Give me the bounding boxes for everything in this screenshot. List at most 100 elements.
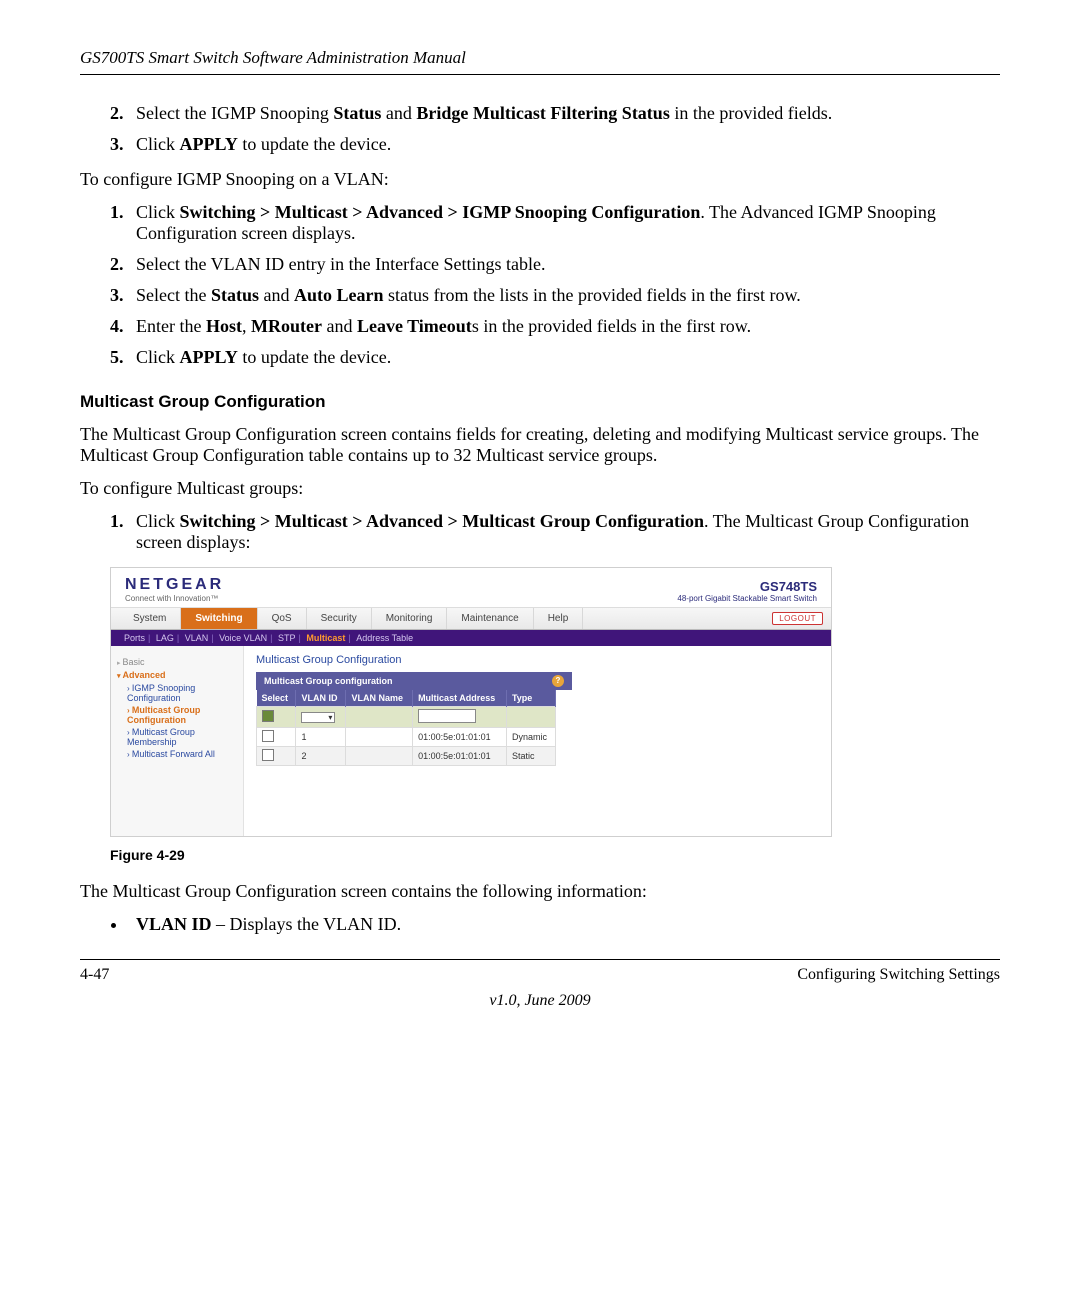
section-heading: Multicast Group Configuration: [80, 392, 1000, 412]
sidebar-section-advanced[interactable]: Advanced: [117, 670, 237, 680]
paragraph: The Multicast Group Configuration screen…: [80, 424, 1000, 466]
text: Select the VLAN ID entry in the Interfac…: [136, 254, 546, 274]
subtab-multicast[interactable]: Multicast: [306, 633, 345, 643]
text: Click: [136, 511, 180, 531]
sidebar: Basic Advanced IGMP Snooping Configurati…: [111, 646, 244, 836]
cell-multicast-address: [413, 707, 507, 728]
steps-group: Click Switching > Multicast > Advanced >…: [80, 511, 1000, 553]
separator: |: [148, 633, 150, 643]
page-number: 4-47: [80, 966, 109, 984]
separator: |: [177, 633, 179, 643]
tab-qos[interactable]: QoS: [258, 608, 307, 629]
text: Status: [333, 103, 381, 123]
model-block: GS748TS 48-port Gigabit Stackable Smart …: [677, 579, 817, 603]
cell-select: [257, 728, 296, 747]
doc-header: GS700TS Smart Switch Software Administra…: [80, 48, 1000, 75]
cell-vlan-id: ▾: [296, 707, 346, 728]
panel-title-text: Multicast Group configuration: [264, 676, 393, 686]
cell-multicast-address: 01:00:5e:01:01:01: [413, 728, 507, 747]
checkbox[interactable]: [262, 749, 274, 761]
separator: |: [299, 633, 301, 643]
paragraph: To configure Multicast groups:: [80, 478, 1000, 499]
list-item: Click Switching > Multicast > Advanced >…: [128, 202, 1000, 244]
cell-vlan-name: [346, 728, 413, 747]
text: Click: [136, 202, 180, 222]
list-item: Click Switching > Multicast > Advanced >…: [128, 511, 1000, 553]
text: Auto Learn: [294, 285, 384, 305]
separator: |: [348, 633, 350, 643]
help-icon[interactable]: ?: [552, 675, 564, 687]
text: Click: [136, 134, 180, 154]
checkbox[interactable]: [262, 730, 274, 742]
text: Status: [211, 285, 259, 305]
col-vlan-name: VLAN Name: [346, 690, 413, 707]
subtab-address-table[interactable]: Address Table: [356, 633, 413, 643]
sidebar-item-multicast-group-config[interactable]: Multicast Group Configuration: [127, 705, 237, 725]
text: APPLY: [180, 347, 238, 367]
text: Click: [136, 347, 180, 367]
col-type: Type: [506, 690, 555, 707]
cell-select: [257, 747, 296, 766]
text: MRouter: [251, 316, 322, 336]
text: and: [259, 285, 294, 305]
text: Host: [206, 316, 242, 336]
checkbox[interactable]: [262, 710, 274, 722]
cell-multicast-address: 01:00:5e:01:01:01: [413, 747, 507, 766]
tab-security[interactable]: Security: [307, 608, 372, 629]
steps-vlan: Click Switching > Multicast > Advanced >…: [80, 202, 1000, 368]
list-item: Select the VLAN ID entry in the Interfac…: [128, 254, 1000, 275]
text: Switching > Multicast > Advanced > IGMP …: [180, 202, 701, 222]
panel-title-bar: Multicast Group configuration ?: [256, 672, 572, 690]
tab-help[interactable]: Help: [534, 608, 584, 629]
subtab-stp[interactable]: STP: [278, 633, 296, 643]
subtab-vlan[interactable]: VLAN: [185, 633, 209, 643]
sidebar-item-multicast-forward-all[interactable]: Multicast Forward All: [127, 749, 237, 759]
text: Select the: [136, 285, 211, 305]
vlan-id-dropdown[interactable]: ▾: [301, 712, 335, 723]
text: Switching > Multicast > Advanced > Multi…: [180, 511, 704, 531]
table-row: 1 01:00:5e:01:01:01 Dynamic: [257, 728, 556, 747]
brand-name: NETGEAR: [125, 576, 224, 594]
list-item: Enter the Host, MRouter and Leave Timeou…: [128, 316, 1000, 337]
text: to update the device.: [238, 134, 391, 154]
text: s in the provided fields in the first ro…: [472, 316, 751, 336]
page-footer: 4-47 Configuring Switching Settings: [80, 959, 1000, 984]
multicast-address-input[interactable]: [418, 709, 476, 723]
sub-tabs: Ports| LAG| VLAN| Voice VLAN| STP| Multi…: [111, 630, 831, 646]
brand-tagline: Connect with Innovation™: [125, 594, 224, 603]
logout-button[interactable]: LOGOUT: [772, 612, 823, 625]
text: APPLY: [180, 134, 238, 154]
brand: NETGEAR Connect with Innovation™: [125, 576, 224, 603]
col-select: Select: [257, 690, 296, 707]
tab-maintenance[interactable]: Maintenance: [447, 608, 533, 629]
cell-vlan-name: [346, 707, 413, 728]
subtab-ports[interactable]: Ports: [124, 633, 145, 643]
content-area: Multicast Group Configuration Multicast …: [244, 646, 831, 836]
list-item: Select the Status and Auto Learn status …: [128, 285, 1000, 306]
model-number: GS748TS: [677, 579, 817, 594]
paragraph: To configure IGMP Snooping on a VLAN:: [80, 169, 1000, 190]
cell-type: [506, 707, 555, 728]
cell-type: Dynamic: [506, 728, 555, 747]
cell-vlan-id: 1: [296, 728, 346, 747]
list-item: Select the IGMP Snooping Status and Brid…: [128, 103, 1000, 124]
sidebar-section-basic[interactable]: Basic: [117, 657, 237, 667]
cell-select: [257, 707, 296, 728]
bullet-list: VLAN ID – Displays the VLAN ID.: [80, 914, 1000, 935]
subtab-voice-vlan[interactable]: Voice VLAN: [219, 633, 267, 643]
list-item: Click APPLY to update the device.: [128, 347, 1000, 368]
cell-vlan-id: 2: [296, 747, 346, 766]
col-multicast-address: Multicast Address: [413, 690, 507, 707]
sidebar-item-multicast-group-membership[interactable]: Multicast Group Membership: [127, 727, 237, 747]
text: ,: [242, 316, 251, 336]
subtab-lag[interactable]: LAG: [156, 633, 174, 643]
main-tabs: System Switching QoS Security Monitoring…: [111, 607, 831, 630]
separator: |: [211, 633, 213, 643]
text: and: [322, 316, 357, 336]
tab-system[interactable]: System: [119, 608, 181, 629]
sidebar-item-igmp-snooping[interactable]: IGMP Snooping Configuration: [127, 683, 237, 703]
steps-top: Select the IGMP Snooping Status and Brid…: [80, 103, 1000, 155]
text: Bridge Multicast Filtering Status: [416, 103, 669, 123]
tab-monitoring[interactable]: Monitoring: [372, 608, 448, 629]
tab-switching[interactable]: Switching: [181, 608, 257, 629]
